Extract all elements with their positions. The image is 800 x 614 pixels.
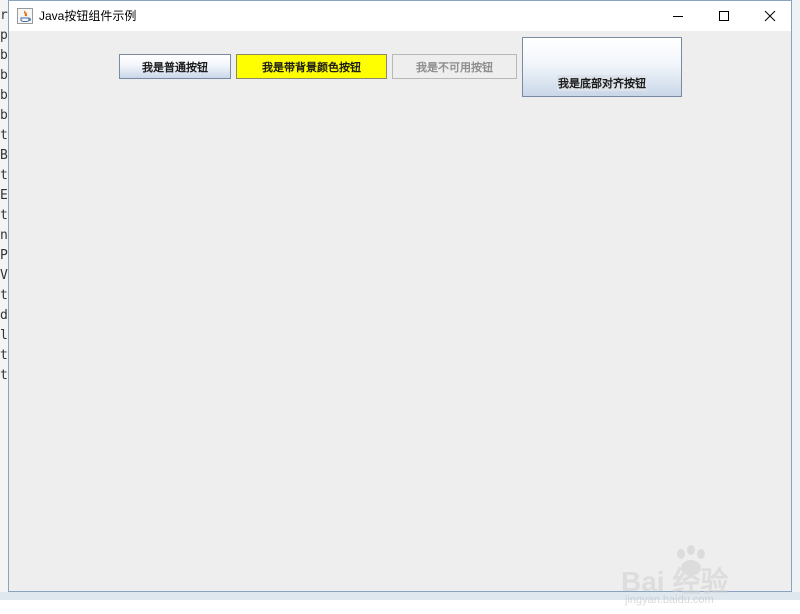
maximize-button[interactable] bbox=[701, 1, 747, 31]
gutter-char: n bbox=[0, 228, 8, 243]
background-editor-gutter: r p b b b b t B t E t n P V t d l t t bbox=[0, 0, 8, 600]
app-window: Java按钮组件示例 我是普通按钮 我是带背景颜色按钮 我是不可用按钮 我是底部… bbox=[8, 0, 792, 606]
gutter-char: p bbox=[0, 28, 8, 43]
gutter-char: B bbox=[0, 148, 8, 163]
baidu-jingyan-watermark: Bai 经验 jingyan.baidu.com bbox=[615, 544, 765, 614]
window-title: Java按钮组件示例 bbox=[39, 9, 137, 23]
title-bar[interactable]: Java按钮组件示例 bbox=[9, 1, 791, 31]
gutter-char: V bbox=[0, 268, 8, 283]
gutter-char: b bbox=[0, 108, 8, 123]
desktop-background-right bbox=[792, 0, 800, 592]
gutter-char: b bbox=[0, 48, 8, 63]
gutter-char: t bbox=[0, 368, 8, 383]
close-icon bbox=[764, 10, 776, 22]
gutter-char: t bbox=[0, 168, 8, 183]
gutter-char: t bbox=[0, 348, 8, 363]
normal-button[interactable]: 我是普通按钮 bbox=[119, 54, 231, 79]
gutter-char: t bbox=[0, 288, 8, 303]
disabled-button: 我是不可用按钮 bbox=[392, 54, 517, 79]
gutter-char: t bbox=[0, 128, 8, 143]
gutter-char: b bbox=[0, 68, 8, 83]
java-app-icon[interactable] bbox=[17, 8, 33, 24]
gutter-char: b bbox=[0, 88, 8, 103]
watermark-url: jingyan.baidu.com bbox=[625, 594, 714, 606]
gutter-char: r bbox=[0, 8, 8, 23]
maximize-icon bbox=[719, 11, 729, 21]
gutter-char: t bbox=[0, 208, 8, 223]
minimize-button[interactable] bbox=[655, 1, 701, 31]
gutter-char: d bbox=[0, 308, 8, 323]
content-pane: 我是普通按钮 我是带背景颜色按钮 我是不可用按钮 我是底部对齐按钮 Bai 经验… bbox=[9, 31, 791, 606]
gutter-char: P bbox=[0, 248, 8, 263]
gutter-char: E bbox=[0, 188, 8, 203]
close-button[interactable] bbox=[747, 1, 793, 31]
yellow-background-button[interactable]: 我是带背景颜色按钮 bbox=[236, 54, 387, 79]
gutter-char: l bbox=[0, 328, 8, 343]
bottom-aligned-button-label: 我是底部对齐按钮 bbox=[557, 75, 647, 91]
minimize-icon bbox=[673, 16, 683, 17]
bottom-aligned-button[interactable]: 我是底部对齐按钮 bbox=[522, 37, 682, 97]
